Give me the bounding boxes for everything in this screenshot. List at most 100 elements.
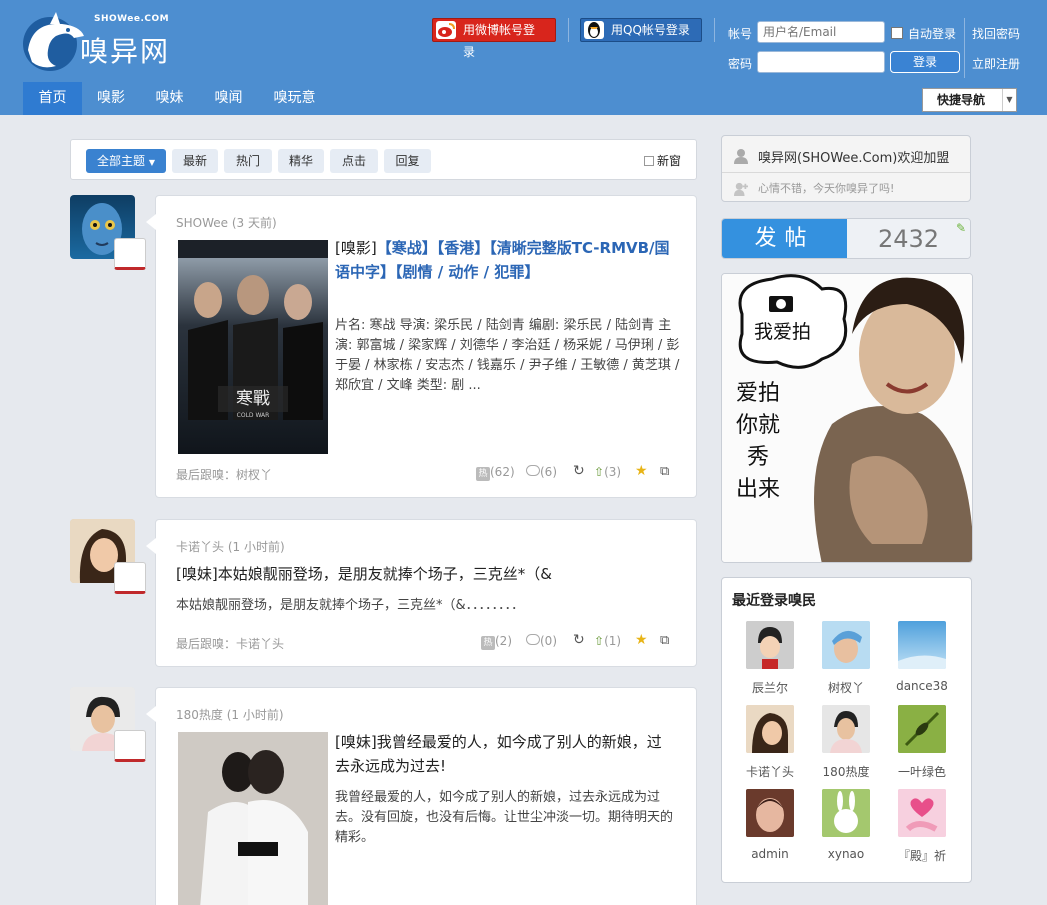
post-excerpt: 我曾经最爱的人，如今成了别人的新娘，过去永远成为过去。没有回旋，也没有后悔。让世… xyxy=(335,790,674,845)
user-tile[interactable]: 180热度 xyxy=(811,705,881,780)
user-card-badge[interactable] xyxy=(114,730,146,762)
qq-login-button[interactable]: 用QQ帐号登录 xyxy=(580,18,702,42)
password-input[interactable] xyxy=(757,51,885,73)
post-stats: 热 (62) (6) ↻ ⇧(3) ★ ⧉ xyxy=(476,463,676,481)
new-post-button[interactable]: 发帖 xyxy=(722,219,847,258)
post-author[interactable]: 180热度 (1 小时前) xyxy=(176,706,284,723)
poster-title: 寒戰 xyxy=(236,389,270,409)
star-icon[interactable]: ★ xyxy=(635,463,648,479)
comment-bubble-icon xyxy=(526,634,540,645)
user-avatar xyxy=(822,621,870,669)
user-avatar xyxy=(822,705,870,753)
user-tile[interactable]: 树杈丫 xyxy=(811,621,881,696)
nav-gadgets[interactable]: 嗅玩意 xyxy=(258,82,331,115)
nav-girls[interactable]: 嗅妹 xyxy=(140,82,199,115)
nav-movies[interactable]: 嗅影 xyxy=(82,82,140,115)
user-name: 辰兰尔 xyxy=(751,681,788,695)
mood-status[interactable]: 心情不错，今天你嗅异了吗! xyxy=(758,180,894,196)
nav-home[interactable]: 首页 xyxy=(23,82,82,115)
qq-penguin-icon xyxy=(584,21,604,39)
refresh-icon[interactable]: ↻ xyxy=(573,463,585,479)
poster-subtitle: COLD WAR xyxy=(236,412,270,419)
user-avatar xyxy=(898,705,946,753)
account-input[interactable] xyxy=(757,21,885,43)
logo-domain: SHOWee.COM xyxy=(94,14,170,24)
user-name: 一叶绿色 xyxy=(897,765,946,779)
post-thumbnail[interactable]: 寒戰 COLD WAR xyxy=(178,240,328,454)
recent-users-panel: 最近登录嗅民 辰兰尔 树杈丫 dance38 卡诺丫头 180热度 一叶绿色 a… xyxy=(721,577,972,883)
post-card: 卡诺丫头 (1 小时前) [嗅妹]本姑娘靓丽登场，是朋友就捧个场子，三克丝*（&… xyxy=(146,519,697,667)
user-name: 180热度 xyxy=(822,765,870,779)
post-title[interactable]: [嗅妹]本姑娘靓丽登场，是朋友就捧个场子，三克丝*（& xyxy=(176,562,686,586)
site-logo[interactable]: SHOWee.COM 嗅异网 xyxy=(20,10,180,74)
new-window-toggle[interactable]: 新窗 xyxy=(643,152,681,169)
post-excerpt: 片名: 寒战 导演: 梁乐民 / 陆剑青 编剧: 梁乐民 / 陆剑青 主演: 郭… xyxy=(335,318,680,393)
user-tile[interactable]: 一叶绿色 xyxy=(887,705,957,780)
recent-users-title: 最近登录嗅民 xyxy=(732,593,816,609)
auto-login-checkbox[interactable] xyxy=(891,27,903,39)
user-tile[interactable]: 卡诺丫头 xyxy=(735,705,805,780)
leaf-icon: ✎ xyxy=(955,221,966,235)
user-name: 卡诺丫头 xyxy=(745,765,794,779)
thumbs-up-icon: ⇧ xyxy=(594,465,605,479)
filter-clicks[interactable]: 点击 xyxy=(330,149,378,173)
user-card-badge[interactable] xyxy=(114,238,146,270)
post-count: 2432 xyxy=(847,219,970,258)
user-tile[interactable]: 辰兰尔 xyxy=(735,621,805,696)
ad-line: 秀 xyxy=(746,445,769,470)
refresh-icon[interactable]: ↻ xyxy=(573,632,585,648)
filter-reply[interactable]: 回复 xyxy=(384,149,431,173)
user-icon xyxy=(734,149,748,164)
user-name: 『殿』祈 xyxy=(897,849,946,863)
post-title[interactable]: [嗅妹]我曾经最爱的人，如今成了别人的新娘，过去永远成为过去! xyxy=(335,730,675,778)
header-divider xyxy=(714,18,715,42)
last-reply[interactable]: 最后跟嗅：树杈丫 xyxy=(176,466,272,483)
add-user-icon xyxy=(734,182,748,196)
login-button[interactable]: 登录 xyxy=(890,51,960,73)
register-link[interactable]: 立即注册 xyxy=(972,55,1020,72)
upvote-count[interactable]: ⇧(1) xyxy=(594,634,621,648)
user-card-badge[interactable] xyxy=(114,562,146,594)
user-tile[interactable]: 『殿』祈 xyxy=(887,789,957,864)
post-excerpt: 本姑娘靓丽登场，是朋友就捧个场子，三克丝*（&．．．．．．．． xyxy=(176,598,525,613)
last-reply[interactable]: 最后跟嗅：卡诺丫头 xyxy=(176,635,284,652)
post-author[interactable]: 卡诺丫头 (1 小时前) xyxy=(176,538,285,555)
caret-down-icon: ▼ xyxy=(148,158,155,167)
header-divider xyxy=(568,18,569,42)
welcome-text: 嗅异网(SHOWee.Com)欢迎加盟 xyxy=(758,151,950,166)
ad-line: 你就 xyxy=(735,413,780,438)
ad-line: 爱拍 xyxy=(735,381,780,406)
new-window-checkbox[interactable] xyxy=(643,156,654,166)
post-author[interactable]: SHOWee (3 天前) xyxy=(176,214,277,231)
panel-divider xyxy=(722,172,970,173)
welcome-panel: 嗅异网(SHOWee.Com)欢迎加盟 心情不错，今天你嗅异了吗! xyxy=(721,135,971,202)
star-icon[interactable]: ★ xyxy=(635,632,648,648)
weibo-login-button[interactable]: 用微博帐号登录 xyxy=(432,18,556,59)
user-tile[interactable]: dance38 xyxy=(887,621,957,693)
all-topics-button[interactable]: 全部主题 ▼ xyxy=(86,149,166,173)
nav-news[interactable]: 嗅闻 xyxy=(199,82,258,115)
quick-nav-dropdown[interactable]: 快捷导航 ▼ xyxy=(922,88,1017,112)
share-icon[interactable]: ⧉ xyxy=(660,464,669,479)
filter-digest[interactable]: 精华 xyxy=(278,149,324,173)
post-title[interactable]: [嗅影]【寒战】【香港】【清晰完整版TC-RMVB/国语中字】【剧情 / 动作 … xyxy=(335,236,675,284)
post-thumbnail[interactable] xyxy=(178,732,328,905)
user-tile[interactable]: xynao xyxy=(811,789,881,861)
upvote-count[interactable]: ⇧(3) xyxy=(594,465,621,479)
user-name: xynao xyxy=(827,847,865,861)
forgot-password-link[interactable]: 找回密码 xyxy=(972,25,1020,42)
chevron-down-icon: ▼ xyxy=(1002,89,1016,111)
aipai-advertisement[interactable]: 我爱拍 爱拍 你就 秀 出来 xyxy=(721,273,973,563)
logo-text: 嗅异网 xyxy=(80,35,171,68)
thumbs-up-icon: ⇧ xyxy=(594,634,605,648)
filter-hot[interactable]: 热门 xyxy=(224,149,272,173)
ad-line: 出来 xyxy=(735,477,780,502)
user-avatar xyxy=(746,789,794,837)
user-avatar xyxy=(746,705,794,753)
user-avatar xyxy=(898,621,946,669)
auto-login-label: 自动登录 xyxy=(908,27,957,41)
user-tile[interactable]: admin xyxy=(735,789,805,861)
filter-latest[interactable]: 最新 xyxy=(172,149,218,173)
hot-icon: 热 xyxy=(481,636,495,650)
share-icon[interactable]: ⧉ xyxy=(660,633,669,648)
